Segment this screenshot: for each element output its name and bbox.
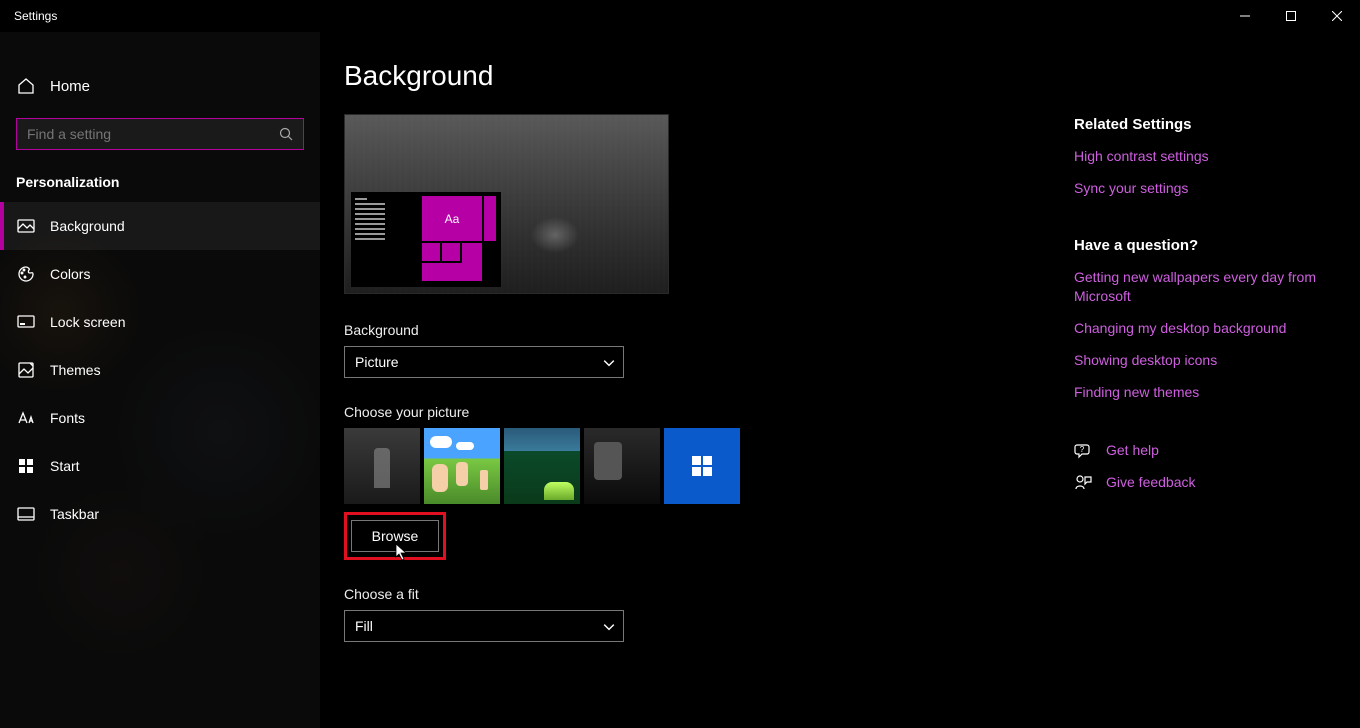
sidebar-item-label: Fonts (50, 410, 85, 426)
themes-icon (16, 360, 36, 380)
browse-button-label: Browse (372, 528, 419, 544)
fonts-icon (16, 408, 36, 428)
sidebar: Home Personalization (0, 32, 320, 728)
background-preview: Aa (344, 114, 669, 294)
picture-thumb-1[interactable] (344, 428, 420, 504)
sidebar-item-label: Taskbar (50, 506, 99, 522)
feedback-label: Give feedback (1106, 474, 1196, 490)
svg-text:?: ? (1080, 445, 1085, 454)
background-type-select[interactable]: Picture (344, 346, 624, 378)
background-icon (16, 216, 36, 236)
link-new-wallpapers[interactable]: Getting new wallpapers every day from Mi… (1074, 268, 1320, 304)
lock-screen-icon (16, 312, 36, 332)
get-help-label: Get help (1106, 442, 1159, 458)
link-show-icons[interactable]: Showing desktop icons (1074, 351, 1320, 369)
give-feedback-row[interactable]: Give feedback (1074, 473, 1320, 491)
sidebar-item-background[interactable]: Background (0, 202, 320, 250)
taskbar-icon (16, 504, 36, 524)
sidebar-item-themes[interactable]: Themes (0, 346, 320, 394)
sidebar-item-fonts[interactable]: Fonts (0, 394, 320, 442)
maximize-button[interactable] (1268, 0, 1314, 32)
chevron-down-icon (603, 357, 613, 367)
home-icon (16, 76, 36, 96)
related-settings-heading: Related Settings (1074, 116, 1320, 133)
sidebar-item-lock-screen[interactable]: Lock screen (0, 298, 320, 346)
home-label: Home (50, 78, 90, 95)
picture-thumb-3[interactable] (504, 428, 580, 504)
sidebar-item-label: Start (50, 458, 80, 474)
sidebar-item-label: Themes (50, 362, 101, 378)
colors-icon (16, 264, 36, 284)
link-change-background[interactable]: Changing my desktop background (1074, 319, 1320, 337)
sidebar-item-colors[interactable]: Colors (0, 250, 320, 298)
fit-value: Fill (355, 618, 373, 634)
background-type-value: Picture (355, 354, 399, 370)
titlebar: Settings (0, 0, 1360, 32)
window-title: Settings (14, 9, 57, 23)
sidebar-item-label: Lock screen (50, 314, 125, 330)
feedback-icon (1074, 473, 1092, 491)
choose-fit-label: Choose a fit (344, 586, 1064, 602)
home-nav[interactable]: Home (0, 62, 320, 110)
sidebar-section-title: Personalization (0, 166, 320, 202)
background-dropdown-label: Background (344, 322, 1064, 338)
cursor-icon (395, 543, 409, 561)
chevron-down-icon (603, 621, 613, 631)
sidebar-item-label: Colors (50, 266, 90, 282)
browse-highlight: Browse (344, 512, 446, 560)
close-button[interactable] (1314, 0, 1360, 32)
get-help-icon: ? (1074, 441, 1092, 459)
page-title: Background (344, 60, 1064, 92)
question-heading: Have a question? (1074, 237, 1320, 254)
picture-thumb-4[interactable] (584, 428, 660, 504)
sidebar-item-start[interactable]: Start (0, 442, 320, 490)
search-input-wrap[interactable] (16, 118, 304, 150)
choose-picture-label: Choose your picture (344, 404, 1064, 420)
sidebar-item-label: Background (50, 218, 125, 234)
minimize-button[interactable] (1222, 0, 1268, 32)
sidebar-nav-list: Background Colors (0, 202, 320, 538)
search-input[interactable] (27, 126, 279, 142)
sidebar-item-taskbar[interactable]: Taskbar (0, 490, 320, 538)
picture-thumb-5[interactable] (664, 428, 740, 504)
link-high-contrast[interactable]: High contrast settings (1074, 147, 1320, 165)
preview-tile-aa: Aa (422, 196, 482, 241)
main-content: Background Aa (320, 32, 1360, 728)
fit-select[interactable]: Fill (344, 610, 624, 642)
search-icon (279, 127, 293, 141)
picture-thumbnails (344, 428, 1064, 504)
link-find-themes[interactable]: Finding new themes (1074, 383, 1320, 401)
link-sync-settings[interactable]: Sync your settings (1074, 179, 1320, 197)
get-help-row[interactable]: ? Get help (1074, 441, 1320, 459)
picture-thumb-2[interactable] (424, 428, 500, 504)
start-icon (16, 456, 36, 476)
